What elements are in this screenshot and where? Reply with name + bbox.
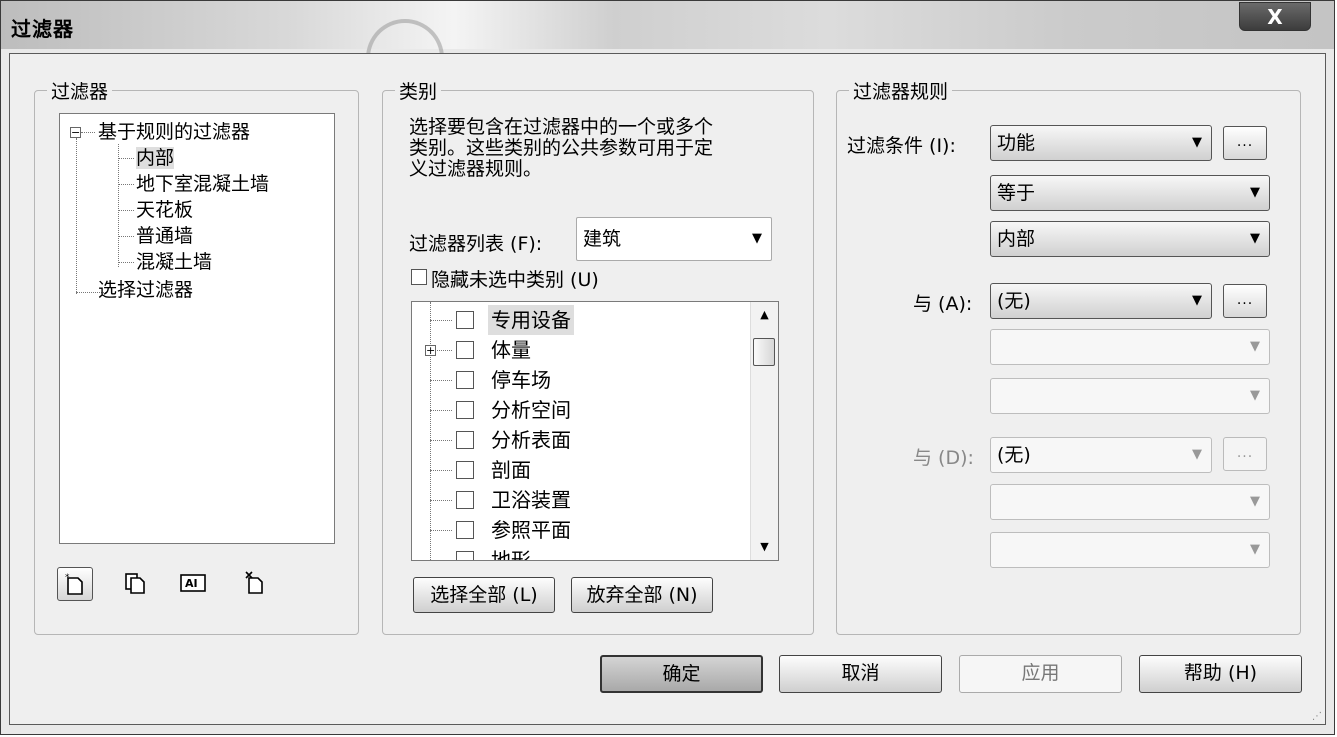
category-checkbox[interactable] [456, 431, 474, 449]
tree-item-basement-concrete-wall[interactable]: 地下室混凝土墙 [136, 173, 269, 195]
category-label: 体量 [491, 338, 531, 362]
expand-icon[interactable]: + [425, 345, 436, 356]
tree-item-selection-filters[interactable]: 选择过滤器 [98, 279, 193, 301]
tree-item-interior[interactable]: 内部 [136, 147, 175, 169]
chevron-down-icon: ▼ [1250, 494, 1260, 509]
cancel-button[interactable]: 取消 [779, 655, 942, 693]
filters-dialog: 过滤器 X 过滤器 − 基于规则的过滤器 内部 地下室混凝土墙 天花板 普通墙 [0, 0, 1335, 735]
and2-operator-dropdown[interactable]: ▼ [990, 484, 1270, 520]
category-checkbox[interactable] [456, 371, 474, 389]
and1-value-dropdown[interactable]: ▼ [990, 378, 1270, 414]
close-button[interactable]: X [1239, 2, 1311, 31]
category-label: 地形 [491, 548, 531, 561]
category-checkbox[interactable] [456, 461, 474, 479]
category-label: 停车场 [491, 368, 551, 392]
select-all-button[interactable]: 选择全部 (L) [413, 577, 555, 613]
ok-button[interactable]: 确定 [600, 655, 763, 693]
and1-label: 与 (A): [913, 293, 973, 315]
rename-filter-button[interactable]: AI [175, 567, 211, 601]
category-checkbox[interactable] [456, 491, 474, 509]
svg-text:AI: AI [185, 577, 198, 590]
and1-operator-dropdown[interactable]: ▼ [990, 329, 1270, 365]
and2-value-dropdown[interactable]: ▼ [990, 532, 1270, 568]
svg-text:*: * [65, 573, 70, 583]
filters-group: 过滤器 − 基于规则的过滤器 内部 地下室混凝土墙 天花板 普通墙 混凝土墙 选 [34, 77, 359, 635]
filters-group-label: 过滤器 [47, 77, 113, 104]
category-checkbox[interactable] [456, 551, 474, 560]
operator-dropdown[interactable]: 等于 ▼ [990, 175, 1270, 211]
scroll-up-icon[interactable]: ▲ [751, 306, 778, 324]
and2-more-button[interactable]: ... [1223, 437, 1267, 471]
rename-icon: AI [180, 574, 206, 592]
category-list[interactable]: 专用设备 + 体量 停车场 分析空间 分析表面 剖面 卫浴装置 参照平面 地形 … [411, 301, 779, 561]
chevron-down-icon: ▼ [1250, 231, 1260, 246]
filter-by-more-button[interactable]: ... [1223, 126, 1267, 160]
and2-label: 与 (D): [913, 447, 974, 469]
scroll-thumb[interactable] [753, 338, 775, 366]
filter-list-label: 过滤器列表 (F): [409, 233, 543, 255]
dialog-client-area: 过滤器 − 基于规则的过滤器 内部 地下室混凝土墙 天花板 普通墙 混凝土墙 选 [9, 53, 1326, 725]
tree-item-concrete-wall[interactable]: 混凝土墙 [136, 251, 212, 273]
hide-unchecked-checkbox[interactable] [411, 269, 427, 285]
hide-unchecked-label: 隐藏未选中类别 (U) [431, 269, 599, 291]
chevron-down-icon: ▼ [1250, 542, 1260, 557]
new-document-icon: * [65, 573, 83, 595]
category-label: 专用设备 [488, 305, 574, 335]
categories-group-label: 类别 [395, 77, 442, 104]
duplicate-filter-button[interactable] [117, 567, 153, 601]
delete-filter-button[interactable] [237, 567, 273, 601]
chevron-down-icon: ▼ [1250, 185, 1260, 200]
category-checkbox[interactable] [456, 401, 474, 419]
tree-item-basic-wall[interactable]: 普通墙 [136, 225, 193, 247]
filter-by-dropdown[interactable]: 功能 ▼ [990, 125, 1212, 161]
filter-list-dropdown[interactable]: 建筑 ▼ [576, 217, 772, 261]
category-label: 分析表面 [491, 428, 571, 452]
scroll-down-icon[interactable]: ▼ [751, 538, 778, 556]
window-title: 过滤器 [11, 17, 74, 41]
category-checkbox[interactable] [456, 521, 474, 539]
new-filter-button[interactable]: * [57, 567, 93, 601]
categories-group: 类别 选择要包含在过滤器中的一个或多个 类别。这些类别的公共参数可用于定 义过滤… [382, 77, 814, 635]
filter-by-label: 过滤条件 (I): [847, 135, 956, 157]
and1-more-button[interactable]: ... [1223, 284, 1267, 318]
category-checkbox[interactable] [456, 311, 474, 329]
category-label: 分析空间 [491, 398, 571, 422]
chevron-down-icon: ▼ [752, 231, 762, 246]
copy-icon [125, 573, 145, 594]
category-label: 卫浴装置 [491, 488, 571, 512]
and2-dropdown[interactable]: (无) ▼ [990, 437, 1212, 473]
deselect-all-button[interactable]: 放弃全部 (N) [571, 577, 713, 613]
category-list-scrollbar[interactable]: ▲ ▼ [750, 302, 778, 560]
resize-grip-icon[interactable]: ⋰ [1312, 711, 1322, 722]
chevron-down-icon: ▼ [1192, 135, 1202, 150]
help-button[interactable]: 帮助 (H) [1139, 655, 1302, 693]
tree-item-rule-based-filters[interactable]: 基于规则的过滤器 [98, 121, 250, 143]
category-label: 参照平面 [491, 518, 571, 542]
categories-description: 选择要包含在过滤器中的一个或多个 类别。这些类别的公共参数可用于定 义过滤器规则… [409, 116, 714, 180]
filter-tree[interactable]: − 基于规则的过滤器 内部 地下室混凝土墙 天花板 普通墙 混凝土墙 选择过滤器 [59, 113, 335, 544]
category-label: 剖面 [491, 458, 531, 482]
collapse-icon[interactable]: − [70, 127, 81, 138]
tree-item-ceiling[interactable]: 天花板 [136, 199, 193, 221]
filter-rules-group: 过滤器规则 过滤条件 (I): 功能 ▼ ... 等于 ▼ 内部 ▼ 与 (A)… [836, 77, 1301, 635]
chevron-down-icon: ▼ [1250, 339, 1260, 354]
delete-document-icon [245, 571, 263, 594]
chevron-down-icon: ▼ [1192, 447, 1202, 462]
and1-dropdown[interactable]: (无) ▼ [990, 283, 1212, 319]
category-checkbox[interactable] [456, 341, 474, 359]
chevron-down-icon: ▼ [1250, 388, 1260, 403]
apply-button[interactable]: 应用 [959, 655, 1122, 693]
chevron-down-icon: ▼ [1192, 293, 1202, 308]
rule-value-dropdown[interactable]: 内部 ▼ [990, 221, 1270, 257]
title-bar[interactable]: 过滤器 X [1, 1, 1334, 73]
filter-rules-group-label: 过滤器规则 [849, 77, 953, 104]
